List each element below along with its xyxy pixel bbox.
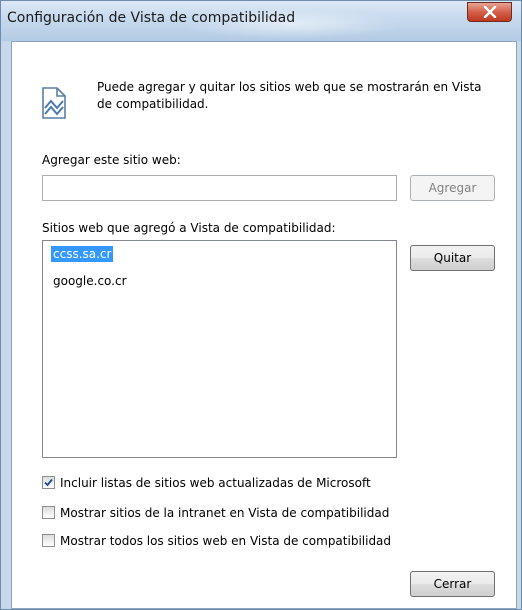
option-label: Incluir listas de sitios web actualizada… (60, 476, 371, 490)
compatibility-view-icon (42, 87, 66, 119)
add-site-input[interactable] (42, 175, 397, 201)
checkbox[interactable] (42, 506, 55, 519)
close-button[interactable]: Cerrar (410, 571, 495, 597)
close-icon (483, 6, 497, 18)
option-label: Mostrar sitios de la intranet en Vista d… (60, 506, 390, 520)
checkmark-icon (44, 478, 53, 487)
list-item[interactable]: google.co.cr (51, 273, 129, 289)
checkbox[interactable] (42, 534, 55, 547)
title-bar[interactable]: Configuración de Vista de compatibilidad (1, 1, 521, 41)
sites-listbox[interactable]: ccss.sa.cr google.co.cr (42, 240, 397, 458)
window-title: Configuración de Vista de compatibilidad (7, 10, 296, 26)
add-button[interactable]: Agregar (410, 175, 495, 201)
add-site-label: Agregar este sitio web: (42, 153, 181, 167)
remove-button[interactable]: Quitar (410, 245, 495, 271)
option-label: Mostrar todos los sitios web en Vista de… (60, 534, 392, 548)
window-close-button[interactable] (467, 2, 512, 22)
info-text: Puede agregar y quitar los sitios web qu… (97, 80, 482, 111)
list-item[interactable]: ccss.sa.cr (51, 246, 114, 262)
dialog-window: Configuración de Vista de compatibilidad… (0, 0, 522, 610)
checkbox[interactable] (42, 476, 55, 489)
sites-list-label: Sitios web que agregó a Vista de compati… (42, 221, 336, 235)
